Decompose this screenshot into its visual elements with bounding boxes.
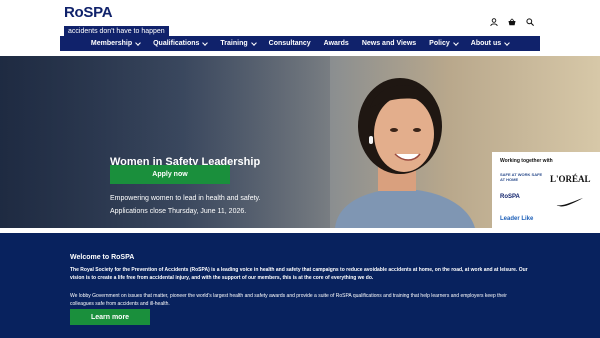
rospa-logo[interactable]: RoSPA accidents don't have to happen: [64, 4, 169, 37]
partner-logo-leader-like: Leader Like: [500, 216, 534, 222]
nav-news-and-views[interactable]: News and Views: [362, 40, 416, 47]
basket-icon[interactable]: [508, 13, 516, 26]
nav-label: Membership: [90, 40, 133, 47]
partner-logo-safe-at-work: SAFE AT WORK SAFE AT HOME: [500, 172, 543, 182]
partner-logo-rospa: RoSPA: [500, 194, 520, 200]
chevron-down-icon: [202, 39, 209, 46]
search-icon[interactable]: [526, 13, 534, 26]
partners-title: Working together with: [500, 158, 553, 164]
nav-label: Qualifications: [153, 40, 200, 47]
partner-logo-loreal: L'ORÉAL: [550, 174, 591, 184]
hero-subtitle: Empowering women to lead in health and s…: [110, 192, 280, 218]
chevron-down-icon: [250, 39, 257, 46]
chevron-down-icon: [504, 39, 510, 46]
nav-label: About us: [470, 40, 502, 47]
nav-policy[interactable]: Policy: [429, 39, 459, 47]
nav-consultancy[interactable]: Consultancy: [269, 40, 311, 47]
nav-membership[interactable]: Membership: [90, 39, 141, 47]
header-icons: [490, 13, 534, 27]
nav-label: Training: [220, 40, 248, 47]
chevron-down-icon: [135, 39, 141, 46]
nav-awards[interactable]: Awards: [324, 40, 349, 47]
hero-photo: [335, 78, 475, 228]
nav-qualifications[interactable]: Qualifications: [153, 39, 209, 47]
nav-label: Awards: [323, 40, 349, 47]
account-icon[interactable]: [490, 13, 498, 27]
welcome-intro: The Royal Society for the Prevention of …: [70, 267, 528, 281]
nav-label: Policy: [429, 40, 450, 47]
nav-label: Consultancy: [268, 40, 311, 47]
nav-label: News and Views: [361, 40, 417, 47]
apply-now-button[interactable]: Apply now: [110, 165, 230, 184]
hero-deadline: Applications close Thursday, June 11, 20…: [110, 208, 247, 215]
site-header: RoSPA accidents don't have to happen: [0, 0, 600, 37]
nav-about-us[interactable]: About us: [470, 39, 510, 47]
chevron-down-icon: [452, 39, 459, 46]
nav-training[interactable]: Training: [220, 39, 257, 47]
main-nav: Membership Qualifications Training Consu…: [60, 36, 540, 51]
partner-logo-nike: [556, 198, 583, 207]
welcome-body: We lobby Government on issues that matte…: [70, 293, 507, 307]
welcome-title: Welcome to RoSPA: [70, 254, 135, 261]
hero-subtitle-line: Empowering women to lead in health and s…: [110, 195, 261, 202]
logo-wordmark: RoSPA: [64, 4, 113, 21]
partners-panel: Working together with SAFE AT WORK SAFE …: [492, 152, 600, 230]
learn-more-button[interactable]: Learn more: [70, 309, 150, 325]
